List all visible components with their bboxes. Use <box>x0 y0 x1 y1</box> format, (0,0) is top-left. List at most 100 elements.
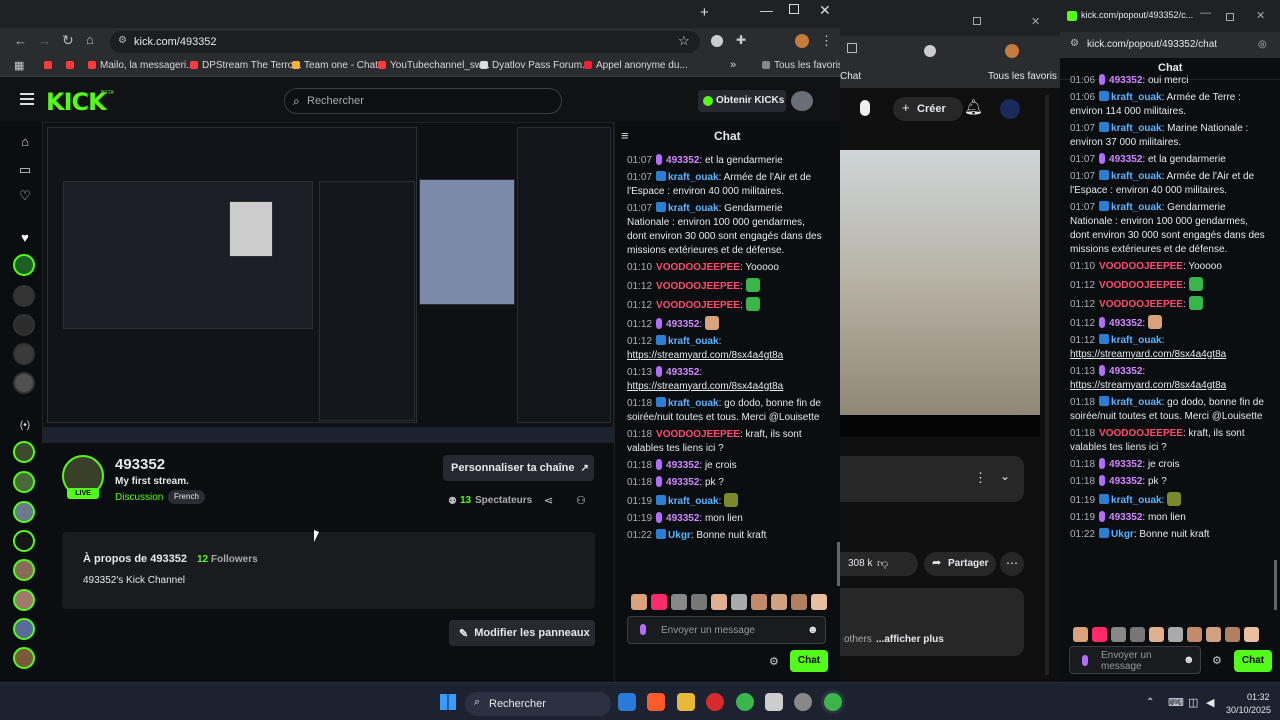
tray-chevron-icon[interactable]: ⌃ <box>1146 697 1154 708</box>
message-username[interactable]: kraft_ouak <box>1111 123 1162 134</box>
message-username[interactable]: VOODOOJEEPEE <box>656 281 740 292</box>
recommended-avatar[interactable] <box>13 559 35 581</box>
message-username[interactable]: VOODOOJEEPEE <box>1099 299 1183 310</box>
message-username[interactable]: 493352 <box>1109 366 1142 377</box>
mid-maximize-icon[interactable] <box>973 17 981 25</box>
popout-settings-icon[interactable]: ⚙ <box>1212 654 1222 667</box>
kick-logo[interactable]: KICK <box>46 88 107 116</box>
message-username[interactable]: VOODOOJEEPEE <box>656 300 740 311</box>
home-icon[interactable]: ⌂ <box>86 32 94 47</box>
popout-maximize-icon[interactable] <box>1226 13 1234 21</box>
bookmark-youtube[interactable]: YouTubechannel_sw... <box>378 60 490 71</box>
extensions-puzzle-icon[interactable]: ✚ <box>736 33 746 47</box>
message-username[interactable]: 493352 <box>1109 476 1142 487</box>
message-link[interactable]: https://streamyard.com/8sx4a4gt8a <box>627 350 783 361</box>
yt-live-chat-collapsed[interactable]: ⋮ ⌄ <box>840 456 1024 502</box>
mid-ext-icon[interactable] <box>924 45 936 57</box>
volume-icon[interactable]: ◀ <box>1206 696 1214 709</box>
start-windows-icon[interactable] <box>440 694 456 710</box>
extension-icon[interactable] <box>711 35 723 47</box>
message-username[interactable]: 493352 <box>1109 154 1142 165</box>
bookmark-dpstream[interactable]: DPStream The Terro... <box>190 60 302 71</box>
mid-scrollbar[interactable] <box>1045 95 1049 675</box>
emote-picker-icon[interactable] <box>1073 627 1088 642</box>
followed-channel-avatar[interactable] <box>13 314 35 336</box>
message-username[interactable]: kraft_ouak <box>668 398 719 409</box>
chrome-active-icon[interactable] <box>824 693 842 711</box>
edge-icon[interactable] <box>618 693 636 711</box>
mid-chat-bookmark[interactable]: Chat <box>840 71 861 82</box>
favorites-heart-icon[interactable]: ♥ <box>17 230 33 246</box>
emote-picker-icon[interactable] <box>1130 627 1145 642</box>
message-username[interactable]: kraft_ouak <box>668 496 719 507</box>
bookmark-team-one[interactable]: Team one - Chat <box>292 60 378 71</box>
taskbar-search[interactable]: Rechercher <box>465 692 611 716</box>
recommended-avatar[interactable] <box>13 471 35 493</box>
message-username[interactable]: VOODOOJEEPEE <box>1099 428 1183 439</box>
forward-icon[interactable]: → <box>38 33 51 48</box>
message-username[interactable]: kraft_ouak <box>668 172 719 183</box>
emote-picker-icon[interactable] <box>1092 627 1107 642</box>
emote-picker-icon[interactable] <box>1149 627 1164 642</box>
recommended-avatar[interactable] <box>13 501 35 523</box>
message-username[interactable]: 493352 <box>666 155 699 166</box>
user-settings-icon[interactable]: ⚇ <box>576 494 586 507</box>
yt-kebab-icon[interactable]: ⋮ <box>974 470 987 486</box>
reload-icon[interactable]: ↻ <box>62 32 74 49</box>
voice-search-icon[interactable] <box>860 100 870 116</box>
following-nav-icon[interactable]: ♡ <box>17 188 33 204</box>
yt-description-box[interactable]: others ...afficher plus <box>840 588 1024 656</box>
close-window-icon[interactable]: ✕ <box>819 2 831 19</box>
address-bar[interactable]: kick.com/493352 <box>110 31 700 53</box>
message-link[interactable]: https://streamyard.com/8sx4a4gt8a <box>627 381 783 392</box>
bookmark-star-icon[interactable]: ☆ <box>678 33 690 49</box>
popout-minimize-icon[interactable]: — <box>1200 7 1211 19</box>
search-input[interactable]: ⌕ Rechercher <box>284 88 562 114</box>
message-username[interactable]: kraft_ouak <box>1111 171 1162 182</box>
yt-more-button[interactable]: ⋯ <box>1000 552 1024 576</box>
popout-eye-icon[interactable]: ◎ <box>1258 39 1267 50</box>
opera-icon[interactable] <box>706 693 724 711</box>
back-icon[interactable]: ← <box>14 33 27 48</box>
emote-picker-icon[interactable] <box>751 594 767 610</box>
more-bookmarks-icon[interactable]: » <box>730 59 736 71</box>
followed-channel-avatar[interactable] <box>13 343 35 365</box>
hamburger-menu-icon[interactable] <box>20 93 34 95</box>
popout-send-button[interactable]: Chat <box>1234 650 1272 672</box>
mid-extension-icon[interactable] <box>847 43 857 53</box>
emoji-icon[interactable]: ☻ <box>807 624 819 636</box>
chrome-icon[interactable] <box>736 693 754 711</box>
recommended-avatar[interactable] <box>13 530 35 552</box>
emote-picker-icon[interactable] <box>1244 627 1259 642</box>
yt-chevron-down-icon[interactable]: ⌄ <box>1000 469 1010 483</box>
emote-picker-icon[interactable] <box>1206 627 1221 642</box>
video-player[interactable] <box>42 122 614 443</box>
mid-profile-icon[interactable] <box>1005 44 1019 58</box>
network-icon[interactable]: ⌨ <box>1168 696 1184 709</box>
dislike-icon[interactable]: 👎︎ <box>877 557 888 570</box>
emote-picker-icon[interactable] <box>691 594 707 610</box>
message-username[interactable]: Ukgr <box>1111 529 1134 540</box>
bookmark-1[interactable] <box>44 60 56 71</box>
emote-picker-icon[interactable] <box>771 594 787 610</box>
popout-emoji-icon[interactable]: ☻ <box>1183 654 1195 666</box>
message-username[interactable]: 493352 <box>666 367 699 378</box>
yt-show-more[interactable]: ...afficher plus <box>876 634 944 645</box>
maximize-icon[interactable] <box>789 4 799 14</box>
message-username[interactable]: kraft_ouak <box>668 203 719 214</box>
collapse-chat-icon[interactable]: ≡ <box>621 128 629 143</box>
message-link[interactable]: https://streamyard.com/8sx4a4gt8a <box>1070 380 1226 391</box>
menu-kebab-icon[interactable]: ⋮ <box>820 33 833 49</box>
followed-channel-avatar[interactable] <box>13 254 35 276</box>
message-username[interactable]: 493352 <box>666 513 699 524</box>
emote-picker-icon[interactable] <box>671 594 687 610</box>
share-icon[interactable]: ⋖ <box>544 494 553 507</box>
bookmark-mailo[interactable]: Mailo, la messageri... <box>88 60 194 71</box>
stream-category[interactable]: Discussion <box>115 492 163 503</box>
popout-chat-input[interactable]: Envoyer un message ☻ <box>1069 646 1201 674</box>
chat-settings-icon[interactable]: ⚙ <box>769 655 779 668</box>
popout-scrollbar[interactable] <box>1274 560 1277 610</box>
settings-app-icon[interactable] <box>794 693 812 711</box>
followed-channel-avatar[interactable] <box>13 285 35 307</box>
collapse-icon[interactable]: (•) <box>17 420 33 436</box>
